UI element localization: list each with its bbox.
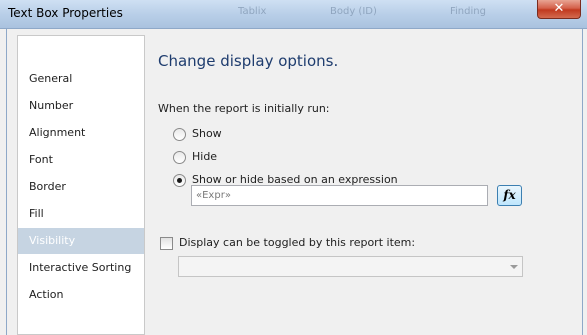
sidebar-item-alignment[interactable]: Alignment [18,120,144,146]
sidebar-item-general[interactable]: General [18,66,144,92]
show-label: Show [192,127,222,140]
expression-builder-button[interactable]: fx [497,185,522,206]
sidebar-item-visibility[interactable]: Visibility [18,228,144,254]
background-tab-1: Tablix [238,6,267,17]
sidebar-item-label: Font [29,153,53,166]
sidebar-item-interactive-sorting[interactable]: Interactive Sorting [18,255,144,281]
sidebar-item-label: Action [29,288,64,301]
sidebar-item-number[interactable]: Number [18,93,144,119]
page-title: Change display options. [158,52,339,70]
sidebar-item-label: Interactive Sorting [29,261,132,274]
initial-run-label: When the report is initially run: [158,102,330,115]
hide-radio[interactable] [173,151,186,164]
dialog-body: General Number Alignment Font Border Fil… [6,29,583,335]
sidebar-item-label: Border [29,180,66,193]
hide-label: Hide [192,150,218,163]
sidebar-item-action[interactable]: Action [18,282,144,308]
close-button[interactable]: ✕ [537,0,581,19]
fx-icon: fx [503,188,516,202]
toggle-label: Display can be toggled by this report it… [179,236,416,249]
sidebar-item-label: Fill [29,207,44,220]
background-tab-2: Body (ID) [330,6,377,17]
expression-input[interactable] [191,185,488,206]
sidebar-item-label: Visibility [29,234,76,247]
chevron-down-icon [510,265,518,269]
visibility-panel: Change display options. When the report … [147,35,587,335]
sidebar-item-label: Number [29,99,74,112]
sidebar-item-fill[interactable]: Fill [18,201,144,227]
toggle-checkbox[interactable] [160,237,173,250]
sidebar-item-label: General [29,72,73,85]
title-bar: Text Box Properties Tablix Body (ID) Fin… [0,0,587,29]
show-radio[interactable] [173,128,186,141]
sidebar-item-border[interactable]: Border [18,174,144,200]
toggle-item-dropdown[interactable] [178,256,523,277]
radio-selected-dot [177,178,182,183]
category-sidebar: General Number Alignment Font Border Fil… [17,35,145,335]
sidebar-item-label: Alignment [29,126,86,139]
sidebar-item-font[interactable]: Font [18,147,144,173]
expression-radio[interactable] [173,174,186,187]
background-tab-3: Finding [450,6,486,17]
close-icon: ✕ [553,1,565,16]
window-title: Text Box Properties [8,6,123,20]
